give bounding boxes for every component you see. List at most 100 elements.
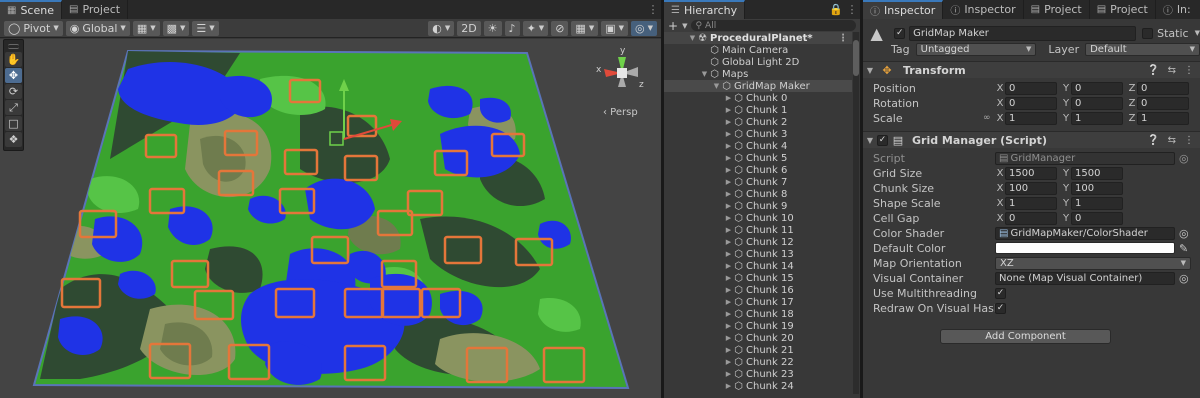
tab-project[interactable]: ▤ Project (62, 0, 129, 19)
preset-icon[interactable]: ⇆ (1168, 65, 1176, 76)
hierarchy-item[interactable]: ▶ ⬡ Chunk 11 (664, 224, 852, 236)
transform-y-field[interactable]: 1 (1071, 111, 1123, 125)
chevron-right-icon[interactable]: ▶ (724, 238, 733, 246)
axis-label-z[interactable]: Z (1127, 113, 1137, 124)
vector-y-field[interactable]: 1500 (1071, 166, 1123, 180)
hierarchy-item[interactable]: ▶ ⬡ Chunk 12 (664, 236, 852, 248)
axis-label-x[interactable]: X (995, 198, 1005, 209)
hierarchy-item[interactable]: ▶ ⬡ Chunk 22 (664, 356, 852, 368)
chevron-down-icon[interactable]: ▼ (863, 66, 877, 75)
chevron-right-icon[interactable]: ▶ (724, 94, 733, 102)
chevron-right-icon[interactable]: ▶ (724, 250, 733, 258)
color-shader-field[interactable]: ▤ GridMapMaker/ColorShader (995, 226, 1175, 240)
grid-visibility-button[interactable]: ▩ ▼ (162, 20, 190, 36)
axis-label-y[interactable]: Y (1061, 198, 1071, 209)
axis-label-y[interactable]: Y (1061, 213, 1071, 224)
axis-label-x[interactable]: X (995, 83, 1005, 94)
hierarchy-item[interactable]: ▶ ⬡ Chunk 6 (664, 164, 852, 176)
scrollbar-thumb[interactable] (853, 40, 859, 76)
panel-menu-icon[interactable]: ⋮ (844, 3, 860, 16)
scene-viewport[interactable] (0, 39, 661, 398)
hierarchy-item[interactable]: ▶ ⬡ Chunk 10 (664, 212, 852, 224)
preset-icon[interactable]: ⇆ (1168, 135, 1176, 146)
transform-z-field[interactable]: 1 (1137, 111, 1189, 125)
add-icon[interactable]: + (668, 19, 678, 33)
axis-label-y[interactable]: Y (1061, 183, 1071, 194)
rotate-tool-icon[interactable]: ⟳ (5, 84, 22, 99)
hierarchy-item[interactable]: ▶ ⬡ Chunk 23 (664, 368, 852, 380)
add-component-button[interactable]: Add Component (940, 329, 1111, 344)
axis-label-x[interactable]: X (995, 168, 1005, 179)
scale-tool-icon[interactable]: ⤢ (5, 100, 22, 115)
lock-icon[interactable]: 🔒 (828, 3, 844, 16)
chevron-right-icon[interactable]: ▶ (724, 190, 733, 198)
chevron-down-icon[interactable]: ▼ (1195, 29, 1200, 37)
chevron-right-icon[interactable]: ▶ (724, 178, 733, 186)
hierarchy-item[interactable]: ▶ ⬡ Chunk 1 (664, 104, 852, 116)
axis-label-x[interactable]: X (995, 113, 1005, 124)
chevron-down-icon[interactable]: ▼ (688, 34, 697, 42)
transform-z-field[interactable]: 0 (1137, 81, 1189, 95)
hierarchy-item[interactable]: ▶ ⬡ Chunk 13 (664, 248, 852, 260)
transform-header[interactable]: ▼ ✥ Transform ❔ ⇆ ⋮ (863, 61, 1200, 78)
menu-icon[interactable]: ⋮ (838, 33, 852, 44)
grid-toggle[interactable]: ▦ ▼ (571, 20, 599, 36)
hierarchy-item[interactable]: ▶ ⬡ Chunk 2 (664, 116, 852, 128)
hierarchy-search-input[interactable]: ⚲ All (691, 20, 856, 31)
tab-inspector-1[interactable]: ⓘ Inspector (863, 0, 944, 19)
effects-dropdown[interactable]: ✦ ▼ (522, 20, 549, 36)
transform-x-field[interactable]: 0 (1005, 81, 1057, 95)
tab-hierarchy[interactable]: ☰ Hierarchy (664, 0, 746, 19)
constrain-proportions-icon[interactable]: ∞ (983, 113, 995, 123)
layer-dropdown[interactable]: Default ▼ (1085, 42, 1200, 56)
tab-project-2[interactable]: ▤ Project (1090, 0, 1156, 19)
transform-x-field[interactable]: 1 (1005, 111, 1057, 125)
chevron-right-icon[interactable]: ▶ (724, 382, 733, 390)
help-icon[interactable]: ❔ (1147, 65, 1159, 76)
redraw-checkbox[interactable]: ✓ (995, 302, 1006, 314)
grid-snap-button[interactable]: ▦ ▼ (132, 20, 160, 36)
hierarchy-item[interactable]: ▶ ⬡ Chunk 16 (664, 284, 852, 296)
palette-grip[interactable] (8, 44, 19, 49)
chevron-down-icon[interactable]: ▼ (712, 82, 721, 90)
lighting-toggle[interactable]: ☀ (483, 20, 502, 36)
chevron-right-icon[interactable]: ▶ (724, 370, 733, 378)
chevron-right-icon[interactable]: ▶ (724, 106, 733, 114)
component-enabled-checkbox[interactable]: ✓ (877, 134, 888, 146)
scene-root-row[interactable]: ▼ ☢ ProceduralPlanet* ⋮ (664, 32, 852, 44)
hierarchy-item[interactable]: ▼ ⬡ GridMap Maker (664, 80, 852, 92)
chevron-right-icon[interactable]: ▶ (724, 202, 733, 210)
object-name-field[interactable]: GridMap Maker (909, 25, 1137, 41)
axis-label-y[interactable]: Y (1061, 98, 1071, 109)
chevron-right-icon[interactable]: ▶ (724, 310, 733, 318)
audio-toggle[interactable]: ♪ (504, 20, 520, 36)
mode-2d-button[interactable]: 2D (457, 20, 481, 36)
chevron-right-icon[interactable]: ▶ (724, 118, 733, 126)
hand-tool-icon[interactable]: ✋ (5, 52, 22, 67)
hierarchy-item[interactable]: ▶ ⬡ Chunk 17 (664, 296, 852, 308)
menu-icon[interactable]: ⋮ (1184, 65, 1194, 76)
chevron-right-icon[interactable]: ▶ (724, 226, 733, 234)
move-tool-icon[interactable]: ✥ (5, 68, 22, 83)
axis-label-x[interactable]: X (995, 98, 1005, 109)
vector-x-field[interactable]: 1 (1005, 196, 1057, 210)
chevron-right-icon[interactable]: ▶ (724, 130, 733, 138)
axis-label-y[interactable]: Y (1061, 113, 1071, 124)
panel-menu-icon[interactable]: ⋮ (645, 3, 661, 16)
increment-snap-button[interactable]: ☰ ▼ (192, 20, 219, 36)
hierarchy-item[interactable]: ▶ ⬡ Chunk 15 (664, 272, 852, 284)
chevron-right-icon[interactable]: ▶ (724, 298, 733, 306)
hidden-objects-toggle[interactable]: ⊘ (551, 20, 569, 36)
eyedropper-icon[interactable]: ✎ (1179, 242, 1188, 255)
object-picker-icon[interactable]: ◎ (1179, 152, 1189, 165)
axis-label-x[interactable]: X (995, 183, 1005, 194)
tab-project-1[interactable]: ▤ Project (1024, 0, 1090, 19)
default-color-swatch[interactable] (995, 242, 1175, 254)
chevron-right-icon[interactable]: ▶ (724, 154, 733, 162)
visual-container-field[interactable]: None (Map Visual Container) (995, 271, 1175, 285)
grid-manager-header[interactable]: ▼ ✓ ▤ Grid Manager (Script) ❔ ⇆ ⋮ (863, 131, 1200, 148)
vector-y-field[interactable]: 0 (1071, 211, 1123, 225)
chevron-right-icon[interactable]: ▶ (724, 322, 733, 330)
gizmos-dropdown[interactable]: ◎ ▼ (631, 20, 657, 36)
chevron-down-icon[interactable]: ▼ (682, 22, 687, 30)
